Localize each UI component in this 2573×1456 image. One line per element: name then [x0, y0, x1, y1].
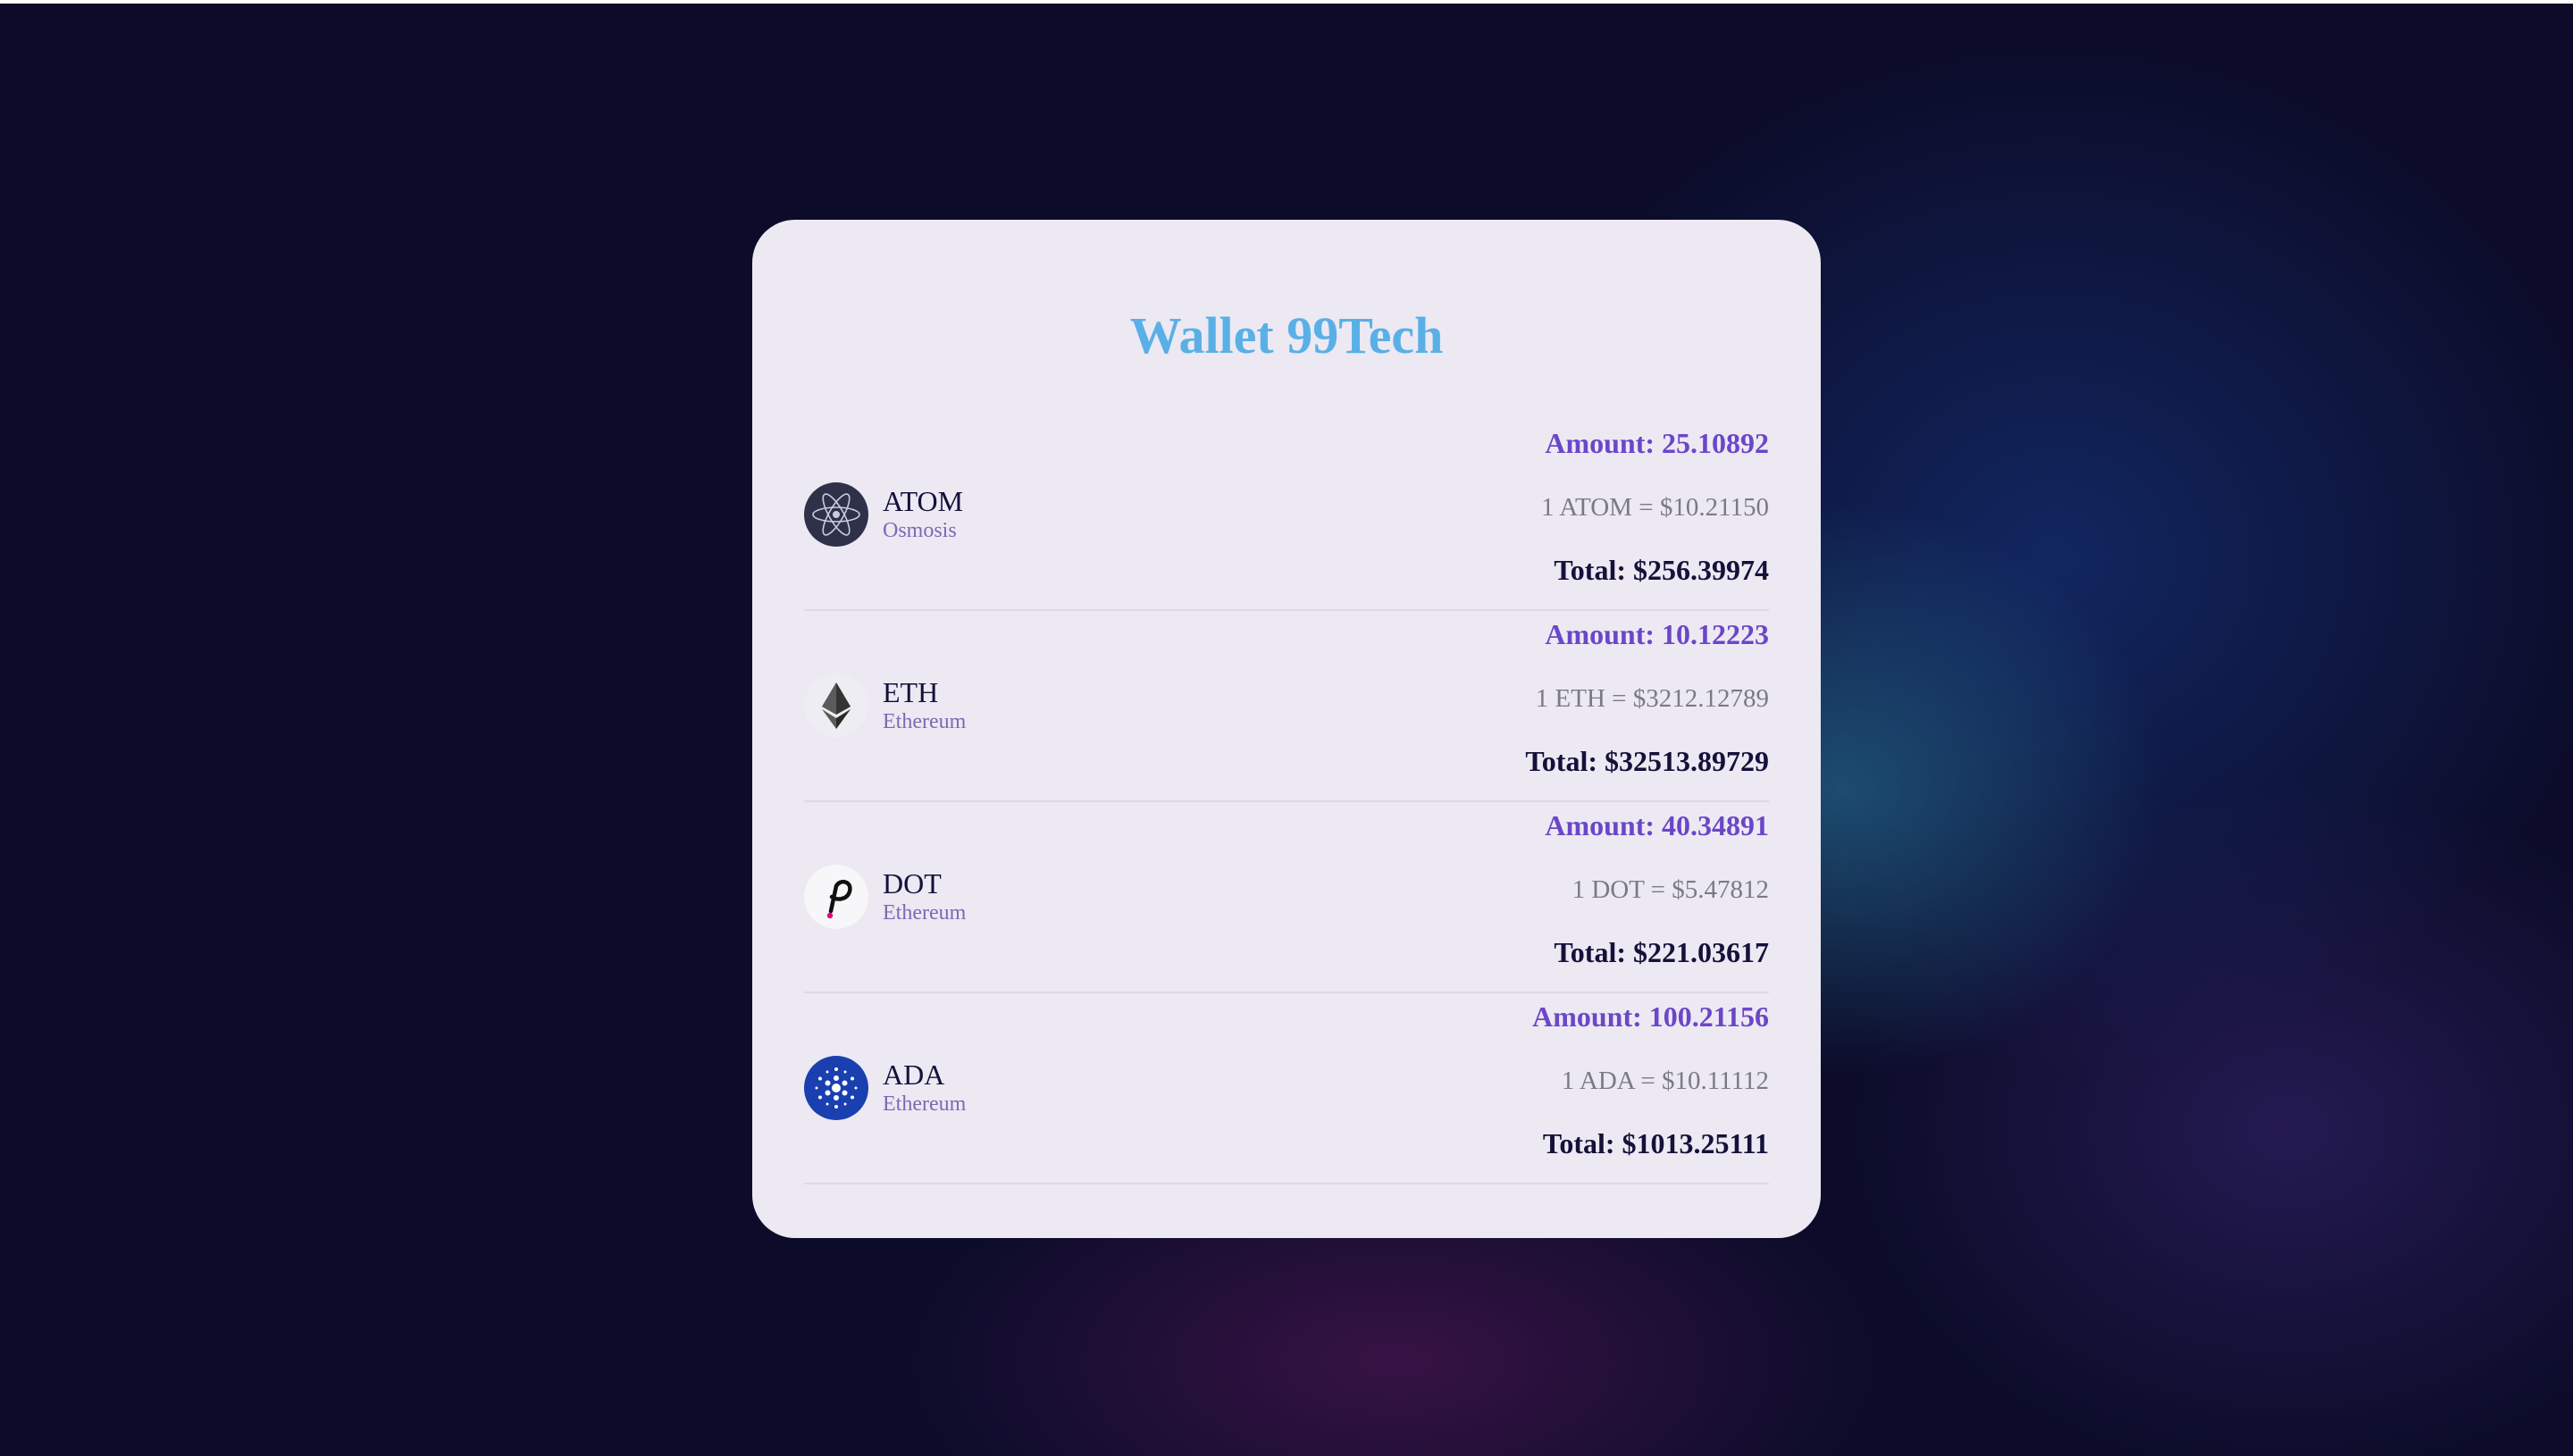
rate-text: 1 ATOM = $10.21150 [1541, 493, 1769, 522]
atom-icon [804, 482, 868, 547]
asset-network: Ethereum [883, 710, 967, 733]
total-text: Total: $32513.89729 [1525, 745, 1769, 777]
amount-text: Amount: 25.10892 [1545, 427, 1769, 459]
amount-text: Amount: 100.21156 [1532, 1000, 1769, 1033]
amount-text: Amount: 10.12223 [1545, 618, 1769, 650]
asset-symbol: ETH [883, 676, 939, 708]
wallet-card: Wallet 99Tech ATOM Osmosis Amount: 25.10… [752, 220, 1821, 1238]
balance-row-dot[interactable]: DOT Ethereum Amount: 40.34891 1 DOT = $5… [804, 802, 1769, 993]
page-title: Wallet 99Tech [1129, 306, 1444, 364]
balance-row-ada[interactable]: ADA Ethereum Amount: 100.21156 1 ADA = $… [804, 993, 1769, 1184]
amount-text: Amount: 40.34891 [1545, 809, 1769, 841]
asset-info: ADA Ethereum [804, 993, 966, 1183]
ada-icon [804, 1056, 868, 1120]
asset-network: Ethereum [883, 1092, 967, 1116]
balance-row-atom[interactable]: ATOM Osmosis Amount: 25.10892 1 ATOM = $… [804, 420, 1769, 611]
eth-icon [804, 674, 868, 738]
asset-symbol: ATOM [883, 485, 964, 517]
asset-symbol: ADA [883, 1059, 945, 1091]
asset-symbol: DOT [883, 867, 942, 900]
asset-info: ETH Ethereum [804, 611, 966, 800]
rate-text: 1 DOT = $5.47812 [1571, 875, 1769, 904]
rate-text: 1 ADA = $10.11112 [1561, 1067, 1769, 1095]
asset-network: Ethereum [883, 901, 967, 925]
total-text: Total: $1013.25111 [1542, 1127, 1769, 1159]
asset-info: DOT Ethereum [804, 802, 966, 992]
balance-list: ATOM Osmosis Amount: 25.10892 1 ATOM = $… [804, 420, 1769, 1184]
balance-row-eth[interactable]: ETH Ethereum Amount: 10.12223 1 ETH = $3… [804, 611, 1769, 802]
asset-network: Osmosis [883, 519, 957, 542]
asset-info: ATOM Osmosis [804, 420, 963, 609]
rate-text: 1 ETH = $3212.12789 [1535, 684, 1769, 713]
total-text: Total: $221.03617 [1554, 936, 1769, 968]
dot-icon [804, 865, 868, 929]
total-text: Total: $256.39974 [1554, 554, 1769, 586]
